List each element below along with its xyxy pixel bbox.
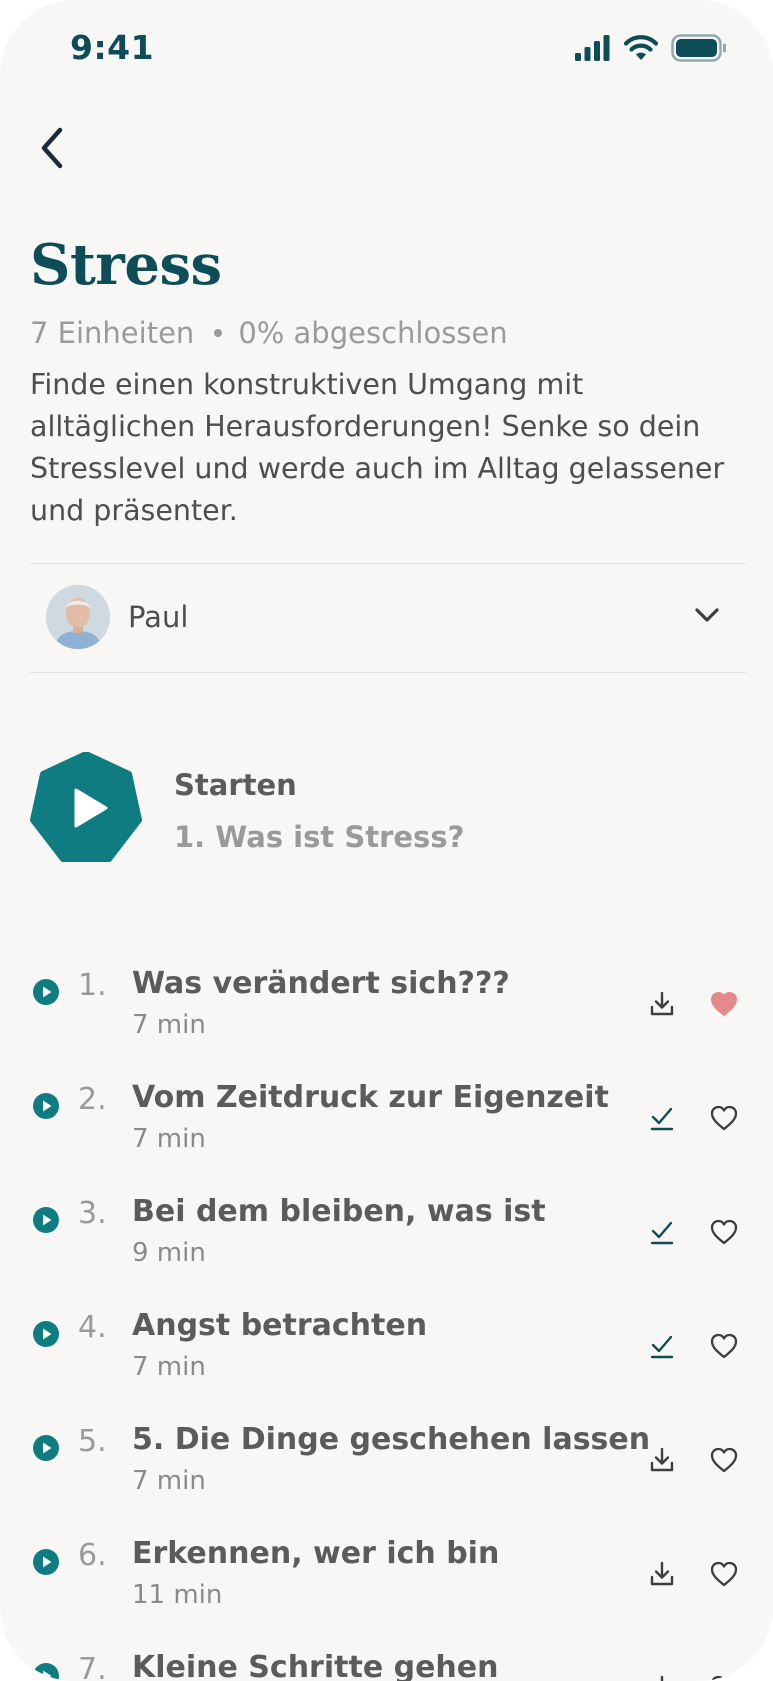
lesson-number: 3. bbox=[78, 1196, 107, 1231]
course-description: Finde einen konstruktiven Umgang mit all… bbox=[30, 368, 725, 527]
separator-dot bbox=[214, 329, 223, 337]
check-download-icon[interactable] bbox=[642, 1212, 682, 1252]
start-course-button[interactable]: Starten 1. Was ist Stress? bbox=[30, 751, 730, 868]
lesson-number: 4. bbox=[78, 1310, 107, 1345]
lesson-duration: 7 min bbox=[132, 1352, 206, 1382]
play-icon[interactable] bbox=[32, 1662, 60, 1681]
status-time: 9:41 bbox=[70, 28, 155, 67]
start-label: Starten bbox=[174, 768, 297, 802]
lesson-duration: 11 min bbox=[132, 1580, 223, 1610]
play-icon[interactable] bbox=[32, 1434, 60, 1466]
lesson-row[interactable]: 6. Erkennen, wer ich bin 11 min bbox=[30, 1532, 746, 1612]
download-icon[interactable] bbox=[642, 984, 682, 1024]
lesson-row[interactable]: 2. Vom Zeitdruck zur Eigenzeit 7 min bbox=[30, 1076, 746, 1156]
play-icon bbox=[30, 751, 142, 868]
heart-icon[interactable] bbox=[702, 982, 746, 1026]
page-title: Stress bbox=[30, 232, 222, 298]
lesson-duration: 7 min bbox=[132, 1466, 206, 1496]
play-icon[interactable] bbox=[32, 1092, 60, 1124]
play-icon[interactable] bbox=[32, 1206, 60, 1238]
lesson-row[interactable]: 3. Bei dem bleiben, was ist 9 min bbox=[30, 1190, 746, 1270]
course-meta: 7 Einheiten 0% abgeschlossen bbox=[30, 316, 508, 350]
check-download-icon[interactable] bbox=[642, 1326, 682, 1366]
lesson-title: 5. Die Dinge geschehen lassen bbox=[132, 1422, 651, 1457]
heart-icon[interactable] bbox=[702, 1210, 746, 1254]
lesson-title: Kleine Schritte gehen bbox=[132, 1650, 499, 1681]
heart-icon[interactable] bbox=[702, 1666, 746, 1681]
lesson-duration: 7 min bbox=[132, 1124, 206, 1154]
progress-text: 0% abgeschlossen bbox=[238, 316, 508, 350]
battery-icon bbox=[671, 34, 727, 66]
start-next-lesson: 1. Was ist Stress? bbox=[174, 820, 465, 854]
narrator-selector[interactable]: Paul bbox=[30, 564, 746, 670]
lesson-title: Angst betrachten bbox=[132, 1308, 428, 1343]
heart-icon[interactable] bbox=[702, 1438, 746, 1482]
play-icon[interactable] bbox=[32, 1320, 60, 1352]
narrator-name: Paul bbox=[128, 600, 189, 634]
heart-icon[interactable] bbox=[702, 1324, 746, 1368]
cellular-signal-icon bbox=[575, 35, 611, 65]
lesson-number: 2. bbox=[78, 1082, 107, 1117]
download-icon[interactable] bbox=[642, 1440, 682, 1480]
avatar bbox=[46, 585, 110, 649]
back-button[interactable] bbox=[22, 120, 82, 180]
heart-icon[interactable] bbox=[702, 1552, 746, 1596]
lesson-number: 1. bbox=[78, 968, 107, 1003]
lesson-title: Bei dem bleiben, was ist bbox=[132, 1194, 546, 1229]
play-icon[interactable] bbox=[32, 978, 60, 1010]
check-download-icon[interactable] bbox=[642, 1098, 682, 1138]
lesson-row[interactable]: 4. Angst betrachten 7 min bbox=[30, 1304, 746, 1384]
divider-bottom bbox=[30, 672, 746, 673]
lesson-duration: 9 min bbox=[132, 1238, 206, 1268]
chevron-down-icon[interactable] bbox=[694, 607, 720, 627]
lesson-row[interactable]: 5. 5. Die Dinge geschehen lassen 7 min bbox=[30, 1418, 746, 1498]
status-icons bbox=[575, 34, 727, 66]
lesson-title: Was verändert sich??? bbox=[132, 966, 510, 1001]
lesson-number: 7. bbox=[78, 1652, 107, 1681]
heart-icon[interactable] bbox=[702, 1096, 746, 1140]
download-icon[interactable] bbox=[642, 1668, 682, 1681]
app-screen: 9:41 Stress 7 Einheiten 0% abgeschlossen… bbox=[0, 0, 773, 1681]
unit-count: 7 Einheiten bbox=[30, 316, 195, 350]
play-icon[interactable] bbox=[32, 1548, 60, 1580]
lesson-row[interactable]: 1. Was verändert sich??? 7 min bbox=[30, 962, 746, 1042]
lesson-row[interactable]: 7. Kleine Schritte gehen bbox=[30, 1646, 746, 1681]
wifi-icon bbox=[623, 35, 659, 65]
download-icon[interactable] bbox=[642, 1554, 682, 1594]
chevron-left-icon bbox=[38, 126, 66, 174]
lesson-title: Erkennen, wer ich bin bbox=[132, 1536, 500, 1571]
lesson-number: 6. bbox=[78, 1538, 107, 1573]
lesson-title: Vom Zeitdruck zur Eigenzeit bbox=[132, 1080, 609, 1115]
lesson-duration: 7 min bbox=[132, 1010, 206, 1040]
lesson-number: 5. bbox=[78, 1424, 107, 1459]
